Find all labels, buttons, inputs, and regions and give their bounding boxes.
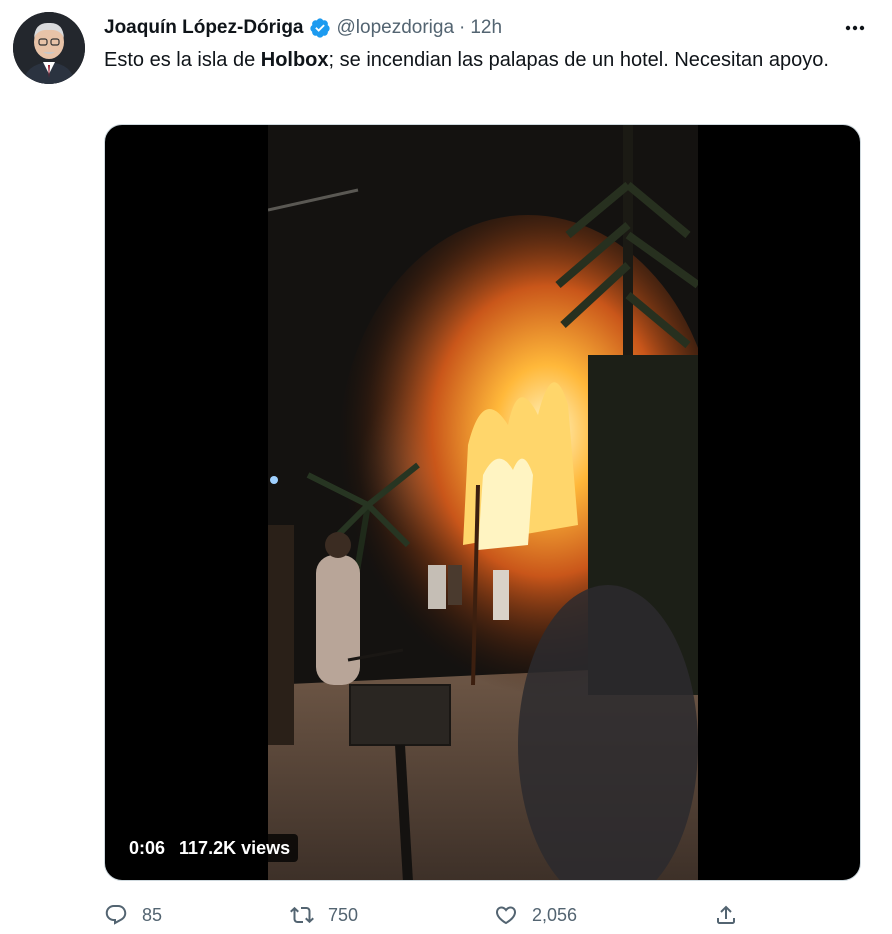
avatar[interactable] <box>13 12 85 84</box>
video-info-badge: 0:06 117.2K views <box>121 834 299 862</box>
video-frame[interactable] <box>268 125 698 880</box>
reply-icon <box>104 903 128 927</box>
heart-icon <box>494 903 518 927</box>
like-count: 2,056 <box>532 904 578 925</box>
share-button[interactable] <box>714 898 738 932</box>
tweet-text-bold: Holbox <box>260 49 329 71</box>
author-handle[interactable]: @lopezdoriga <box>337 17 455 39</box>
tweet-text: Esto es la isla de Holbox; se incendian … <box>104 46 864 74</box>
video-player[interactable]: 0:06 117.2K views <box>104 124 861 881</box>
video-duration: 0:06 <box>129 838 166 858</box>
retweet-count: 750 <box>328 904 359 925</box>
tweet-text-part: ; se incendian las palapas de un hotel. … <box>328 49 829 71</box>
tweet-header: Joaquín López-Dóriga @lopezdoriga · 12h <box>104 14 872 42</box>
like-button[interactable]: 2,056 <box>494 898 577 932</box>
retweet-icon <box>290 903 314 927</box>
tweet-text-part: Esto es la isla de <box>104 49 261 71</box>
verified-badge-icon <box>309 17 331 39</box>
separator-dot: · <box>459 17 466 38</box>
share-icon <box>714 903 738 927</box>
more-dots-icon[interactable] <box>838 14 872 42</box>
tweet: Joaquín López-Dóriga @lopezdoriga · 12h … <box>0 0 892 934</box>
retweet-button[interactable]: 750 <box>290 898 358 932</box>
tweet-actions: 85 750 2,056 <box>104 898 744 932</box>
video-views: 117.2K views <box>179 838 291 858</box>
tweet-timestamp[interactable]: 12h <box>470 17 502 39</box>
author-display-name[interactable]: Joaquín López-Dóriga <box>104 17 304 39</box>
reply-count: 85 <box>142 904 163 925</box>
reply-button[interactable]: 85 <box>104 898 162 932</box>
